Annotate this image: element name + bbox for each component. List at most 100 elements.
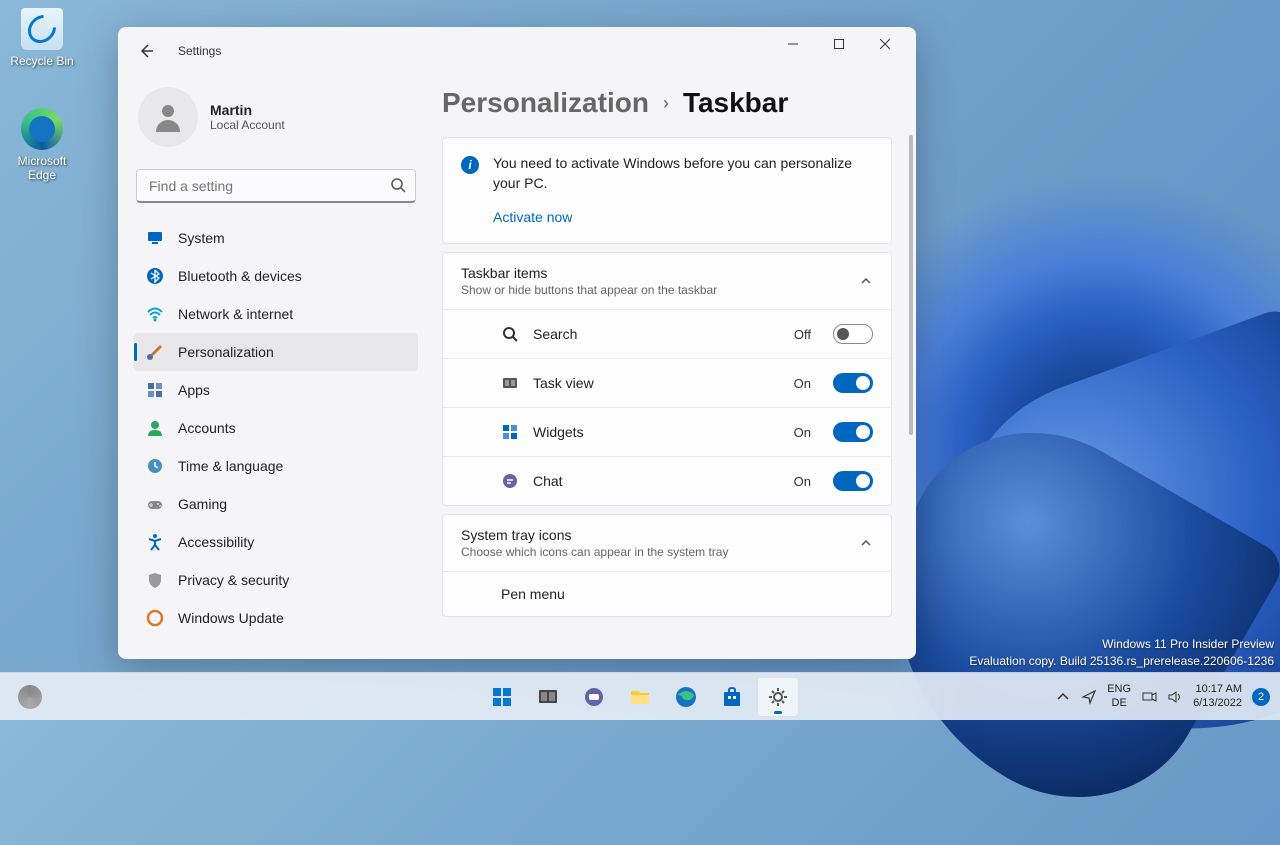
monitor-icon [146, 229, 164, 247]
toggle-state: On [794, 425, 811, 440]
taskbar-settings[interactable] [757, 677, 799, 717]
profile[interactable]: Martin Local Account [134, 75, 418, 165]
taskbar-start[interactable] [481, 677, 523, 717]
taskbar-center [481, 677, 799, 717]
sidebar-item-label: Personalization [178, 344, 274, 360]
sidebar-item-windows-update[interactable]: Windows Update [134, 599, 418, 637]
watermark: Windows 11 Pro Insider Preview Evaluatio… [969, 636, 1274, 670]
location-icon[interactable] [1081, 689, 1097, 705]
profile-name: Martin [210, 102, 285, 118]
taskview-icon [536, 685, 560, 709]
sidebar-item-label: Apps [178, 382, 210, 398]
sidebar-item-network-internet[interactable]: Network & internet [134, 295, 418, 333]
sidebar-item-accessibility[interactable]: Accessibility [134, 523, 418, 561]
sidebar-item-label: Network & internet [178, 306, 293, 322]
clock-icon [146, 457, 164, 475]
chevron-right-icon: › [663, 93, 669, 114]
widgets-icon [501, 423, 519, 441]
toggle-switch[interactable] [833, 471, 873, 491]
activation-notice: i You need to activate Windows before yo… [442, 137, 892, 244]
scrollbar[interactable] [909, 135, 913, 515]
edge-icon [21, 108, 63, 150]
sidebar-item-accounts[interactable]: Accounts [134, 409, 418, 447]
sidebar-item-system[interactable]: System [134, 219, 418, 257]
avatar-icon [138, 87, 198, 147]
language-indicator[interactable]: ENGDE [1107, 683, 1131, 709]
gamepad-icon [146, 495, 164, 513]
section-subtitle: Show or hide buttons that appear on the … [461, 283, 859, 297]
chevron-up-icon [859, 274, 873, 288]
section-title: System tray icons [461, 527, 859, 543]
search-input[interactable] [136, 169, 416, 203]
expander-header[interactable]: Taskbar items Show or hide buttons that … [443, 253, 891, 309]
section-taskbar-items: Taskbar items Show or hide buttons that … [442, 252, 892, 506]
sidebar-item-label: Privacy & security [178, 572, 289, 588]
toggle-label: Search [533, 326, 780, 342]
minimize-button[interactable] [770, 28, 816, 60]
close-button[interactable] [862, 28, 908, 60]
chevron-up-icon[interactable] [1055, 689, 1071, 705]
breadcrumb-parent[interactable]: Personalization [442, 87, 649, 119]
desktop-icon-label: Recycle Bin [4, 54, 80, 68]
clock[interactable]: 10:17 AM6/13/2022 [1193, 683, 1242, 709]
toggle-row-chat: Chat On [443, 456, 891, 505]
notice-text: You need to activate Windows before you … [493, 154, 873, 193]
info-icon: i [461, 156, 479, 174]
apps-icon [146, 381, 164, 399]
taskbar-file-explorer[interactable] [619, 677, 661, 717]
titlebar: Settings [118, 27, 916, 75]
desktop-icon-label: Microsoft Edge [4, 154, 80, 182]
wifi-icon [146, 305, 164, 323]
toggle-label: Widgets [533, 424, 780, 440]
nav-list: System Bluetooth & devices Network & inter… [134, 219, 418, 637]
taskview-icon [501, 374, 519, 392]
taskbar-store[interactable] [711, 677, 753, 717]
sidebar-item-gaming[interactable]: Gaming [134, 485, 418, 523]
weather-icon [18, 685, 42, 709]
person-icon [146, 419, 164, 437]
sidebar-item-label: Accessibility [178, 534, 254, 550]
toggle-state: On [794, 474, 811, 489]
desktop-icon-recycle-bin[interactable]: Recycle Bin [4, 8, 80, 68]
system-tray: ENGDE 10:17 AM6/13/2022 2 [1055, 683, 1270, 709]
toggle-state: Off [794, 327, 811, 342]
taskbar-edge[interactable] [665, 677, 707, 717]
toggle-row-widgets: Widgets On [443, 407, 891, 456]
breadcrumb-current: Taskbar [683, 87, 788, 119]
sidebar-item-personalization[interactable]: Personalization [134, 333, 418, 371]
sidebar-item-label: Bluetooth & devices [178, 268, 302, 284]
start-icon [490, 685, 514, 709]
edge-icon [674, 685, 698, 709]
taskbar-weather[interactable] [10, 677, 50, 717]
recycle-bin-icon [21, 8, 63, 50]
bluetooth-icon [146, 267, 164, 285]
volume-icon[interactable] [1167, 689, 1183, 705]
toggle-row-task-view: Task view On [443, 358, 891, 407]
desktop-icon-edge[interactable]: Microsoft Edge [4, 108, 80, 182]
store-icon [720, 685, 744, 709]
sidebar-item-apps[interactable]: Apps [134, 371, 418, 409]
toggle-switch[interactable] [833, 373, 873, 393]
chevron-up-icon [859, 536, 873, 550]
sidebar-item-bluetooth-devices[interactable]: Bluetooth & devices [134, 257, 418, 295]
sidebar-item-privacy-security[interactable]: Privacy & security [134, 561, 418, 599]
settings-window: Settings Martin Local Account SystemBl [118, 27, 916, 659]
settings-icon [766, 685, 790, 709]
back-button[interactable] [126, 31, 166, 71]
sidebar-item-label: Accounts [178, 420, 236, 436]
notification-badge[interactable]: 2 [1252, 688, 1270, 706]
connect-icon[interactable] [1141, 689, 1157, 705]
toggle-switch[interactable] [833, 324, 873, 344]
window-title: Settings [178, 44, 221, 58]
content: Personalization › Taskbar i You need to … [428, 75, 916, 659]
taskbar-chat[interactable] [573, 677, 615, 717]
maximize-button[interactable] [816, 28, 862, 60]
toggle-state: On [794, 376, 811, 391]
sidebar-item-label: Windows Update [178, 610, 284, 626]
expander-header[interactable]: System tray icons Choose which icons can… [443, 515, 891, 571]
sidebar-item-time-language[interactable]: Time & language [134, 447, 418, 485]
taskbar-taskview[interactable] [527, 677, 569, 717]
toggle-switch[interactable] [833, 422, 873, 442]
activate-now-link[interactable]: Activate now [493, 209, 572, 225]
chat-icon [501, 472, 519, 490]
